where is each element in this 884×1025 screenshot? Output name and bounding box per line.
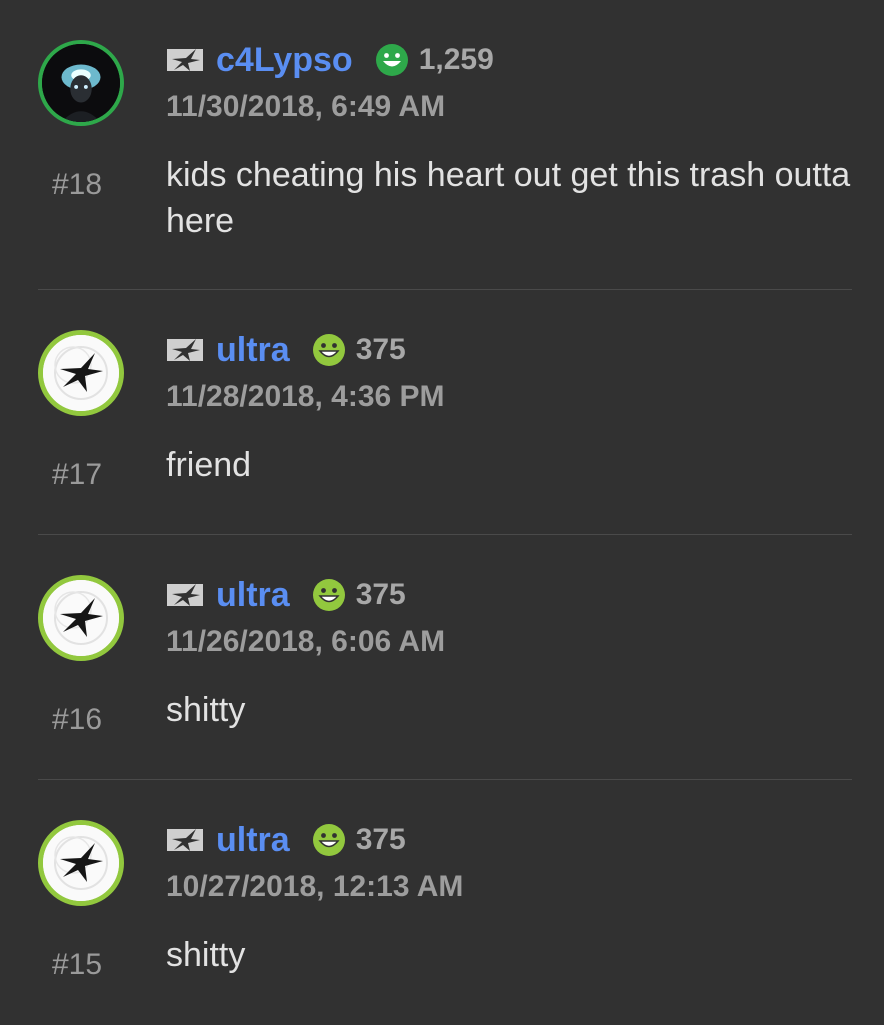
reputation-count: 1,259 [418,43,494,76]
comment-number: #15 [52,948,103,981]
smiley-green-icon [375,43,409,77]
comment-header: c4Lypso 1,259 [166,38,494,82]
username-link[interactable]: ultra [216,821,290,860]
star-logo-icon [43,825,119,901]
comment-text: shitty [166,691,246,729]
user-avatar[interactable] [38,575,124,661]
comment-date: 11/28/2018, 4:36 PM [166,380,445,413]
star-badge-icon [166,336,204,364]
username-link[interactable]: ultra [216,576,290,615]
comment-item: #17 ultra 375 11/28/2018, 4:36 PM friend [0,290,884,535]
user-avatar[interactable] [38,820,124,906]
comment-header: ultra 375 [166,818,406,862]
reputation-count: 375 [355,333,406,366]
comment-date: 11/26/2018, 6:06 AM [166,625,446,658]
comment-date: 10/27/2018, 12:13 AM [166,870,464,903]
username-link[interactable]: ultra [216,331,290,370]
comment-number: #16 [52,703,103,736]
user-avatar[interactable] [38,330,124,416]
star-badge-icon [166,46,204,74]
star-logo-icon [43,335,119,411]
smiley-lime-icon [312,333,346,367]
reputation-count: 375 [355,823,406,856]
star-badge-icon [166,581,204,609]
comment-text: shitty [166,936,246,974]
comment-header: ultra 375 [166,573,406,617]
smiley-lime-icon [312,823,346,857]
username-link[interactable]: c4Lypso [216,41,353,80]
comment-number: #18 [52,168,103,201]
portrait-avatar-image [42,44,120,122]
comment-item: #18 c4Lypso 1,259 11/30/2018, 6:49 AM ki… [0,0,884,290]
comment-header: ultra 375 [166,328,406,372]
comment-item: #15 ultra 375 10/27/2018, 12:13 AM shitt… [0,780,884,1025]
comment-date: 11/30/2018, 6:49 AM [166,90,446,123]
user-avatar[interactable] [38,40,124,126]
comment-text: friend [166,446,252,484]
reputation-count: 375 [355,578,406,611]
comment-number: #17 [52,458,103,491]
star-badge-icon [166,826,204,854]
smiley-lime-icon [312,578,346,612]
comment-item: #16 ultra 375 11/26/2018, 6:06 AM shitty [0,535,884,780]
star-logo-icon [43,580,119,656]
comment-text: kids cheating his heart out get this tra… [166,156,851,240]
